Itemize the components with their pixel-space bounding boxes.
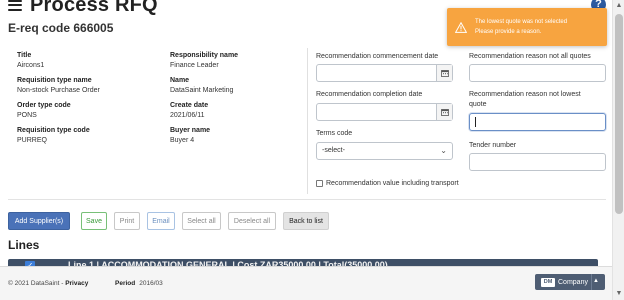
detail-requisition-type-name: Requisition type name Non-stock Purchase… <box>17 77 100 94</box>
calendar-icon[interactable] <box>436 104 452 120</box>
privacy-link[interactable]: Privacy <box>65 280 88 287</box>
detail-create-date: Create date 2021/06/11 <box>170 102 209 119</box>
scroll-up-icon[interactable]: ▲ <box>613 0 624 12</box>
detail-responsibility: Responsibility name Finance Leader <box>170 52 239 69</box>
scrollbar-thumb[interactable] <box>615 14 623 214</box>
print-button[interactable]: Print <box>114 212 140 230</box>
detail-order-type-code: Order type code PONS <box>17 102 71 119</box>
warning-icon <box>455 21 467 33</box>
ereq-code: E-req code 666005 <box>8 21 114 35</box>
commencement-date-input[interactable] <box>316 64 453 82</box>
reason-not-all-quotes-label: Recommendation reason not all quotes <box>469 53 591 60</box>
select-all-button[interactable]: Select all <box>182 212 221 230</box>
terms-code-select[interactable]: -select- ⌄ <box>316 142 453 160</box>
menu-icon[interactable] <box>8 0 22 11</box>
email-button[interactable]: Email <box>147 212 175 230</box>
reason-not-lowest-input[interactable] <box>469 113 606 131</box>
transport-checkbox-row[interactable]: Recommendation value including transport <box>316 180 459 187</box>
transport-checkbox-label: Recommendation value including transport <box>326 180 459 187</box>
footer-copyright: © 2021 DataSaint - Privacy <box>8 280 89 287</box>
chevron-down-icon: ⌄ <box>440 146 447 155</box>
company-label: Company <box>558 278 588 286</box>
tender-number-label: Tender number <box>469 142 517 149</box>
save-button[interactable]: Save <box>81 212 107 230</box>
caret-up-icon[interactable]: ▲ <box>593 278 599 284</box>
transport-checkbox[interactable] <box>316 180 323 187</box>
company-badge: DM <box>541 277 555 287</box>
back-to-list-button[interactable]: Back to list <box>283 212 329 230</box>
detail-buyer-name: Buyer name Buyer 4 <box>170 127 211 144</box>
company-button[interactable]: DM Company ▲ <box>535 274 605 290</box>
reason-not-lowest-label: Recommendation reason not lowest quote <box>469 91 581 108</box>
detail-requisition-type-code: Requisition type code PURREQ <box>17 127 90 144</box>
page-title: Process RFQ <box>30 0 158 16</box>
footer-period: Period 2016/03 <box>115 280 163 287</box>
lines-heading: Lines <box>8 238 40 252</box>
scroll-down-icon[interactable]: ▼ <box>613 288 624 300</box>
detail-name: Name DataSaint Marketing <box>170 77 234 94</box>
terms-code-value: -select- <box>322 147 345 154</box>
tender-number-input[interactable] <box>469 153 606 171</box>
text-caret <box>475 117 476 127</box>
column-divider <box>307 48 308 194</box>
warning-notification[interactable]: The lowest quote was not selected Please… <box>447 8 607 46</box>
calendar-icon[interactable] <box>436 65 452 81</box>
completion-date-label: Recommendation completion date <box>316 91 423 98</box>
page-footer: © 2021 DataSaint - Privacy Period 2016/03… <box>0 266 612 300</box>
company-separator <box>591 274 592 290</box>
deselect-all-button[interactable]: Deselect all <box>228 212 276 230</box>
terms-code-label: Terms code <box>316 130 353 137</box>
reason-not-all-quotes-input[interactable] <box>469 64 606 82</box>
detail-title: Title Aircons1 <box>17 52 45 69</box>
page-header: Process RFQ <box>8 0 158 16</box>
section-divider <box>8 199 606 200</box>
page-viewport: Process RFQ ? E-req code 666005 Title Ai… <box>0 0 612 300</box>
completion-date-input[interactable] <box>316 103 453 121</box>
notification-message: The lowest quote was not selected Please… <box>475 19 568 35</box>
vertical-scrollbar[interactable]: ▲ ▼ <box>612 0 624 300</box>
add-suppliers-button[interactable]: Add Supplier(s) <box>8 212 70 230</box>
commencement-date-label: Recommendation commencement date <box>316 53 439 60</box>
